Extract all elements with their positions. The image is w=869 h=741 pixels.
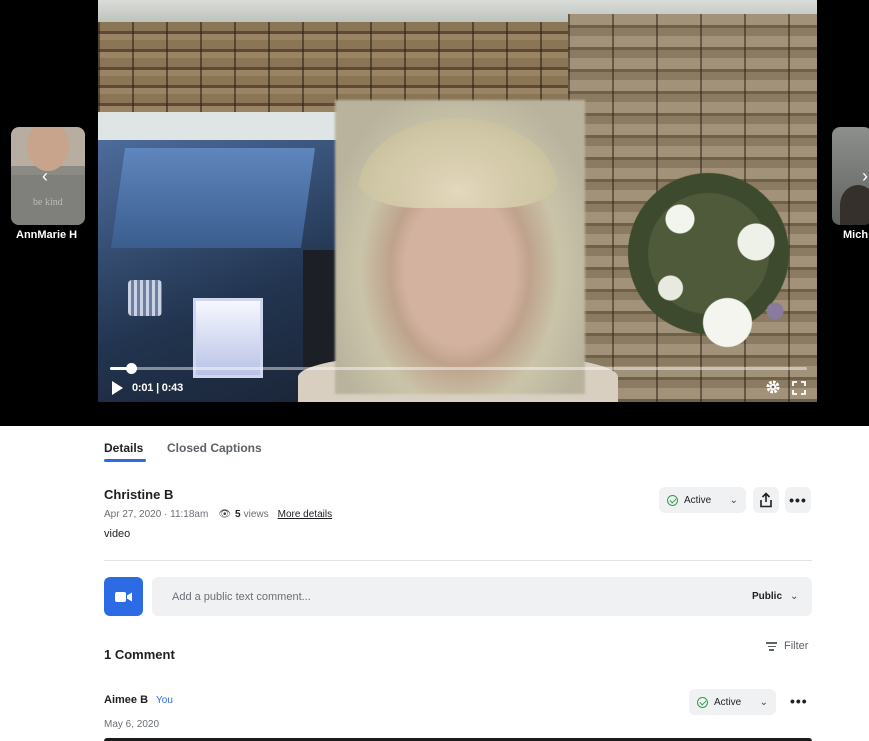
comment-date: May 6, 2020: [104, 719, 160, 730]
share-icon: [760, 492, 772, 508]
progress-handle[interactable]: [125, 363, 137, 374]
play-icon[interactable]: [110, 380, 124, 396]
video-scene-ceiling-far: [110, 148, 316, 248]
thumbnail-person: [27, 127, 69, 171]
you-badge: You: [156, 695, 173, 706]
video-author: Christine B: [104, 487, 174, 502]
active-tab-indicator: [104, 459, 146, 462]
chevron-right-icon[interactable]: ›: [862, 167, 868, 185]
chevron-down-icon: ⌄: [759, 696, 768, 708]
status-label: Active: [684, 494, 712, 506]
views-label: views: [243, 509, 269, 520]
progress-bar[interactable]: [110, 363, 807, 374]
record-video-comment-button[interactable]: [104, 577, 143, 616]
time-display: 0:01 | 0:43: [132, 382, 184, 394]
video-scene-chandelier: [128, 280, 162, 316]
video-frame[interactable]: [98, 0, 817, 402]
chevron-down-icon: ⌄: [790, 591, 799, 602]
views-count: 5: [235, 509, 241, 520]
tab-closed-captions[interactable]: Closed Captions: [167, 441, 262, 455]
filter-icon: [766, 640, 777, 653]
blurred-hair: [358, 118, 558, 208]
comment-count: 1 Comment: [104, 647, 175, 662]
check-circle-icon: [667, 494, 678, 506]
check-circle-icon: [697, 696, 708, 708]
tab-details[interactable]: Details: [104, 441, 143, 455]
prev-response-name: AnnMarie H: [16, 229, 78, 241]
video-scene-window: [193, 298, 263, 378]
prev-response-thumbnail[interactable]: be kind ‹: [11, 127, 85, 225]
filter-label: Filter: [784, 640, 809, 653]
comment-more-options-button[interactable]: •••: [790, 693, 808, 709]
eye-icon: 👁: [218, 509, 232, 520]
chevron-left-icon[interactable]: ‹: [42, 167, 48, 185]
video-date: Apr 27, 2020 · 11:18am: [104, 509, 209, 520]
fullscreen-icon[interactable]: [792, 381, 806, 395]
ellipsis-icon: •••: [789, 492, 807, 508]
visibility-label: Public: [752, 591, 783, 602]
video-scene-beam: [98, 112, 348, 142]
status-dropdown[interactable]: Active ⌄: [659, 487, 746, 513]
next-response-thumbnail[interactable]: ›: [832, 127, 869, 225]
thumbnail-shirt-text: be kind: [33, 197, 63, 208]
video-meta: Apr 27, 2020 · 11:18am 👁 5 views More de…: [104, 509, 332, 520]
video-scene-flowers: [623, 150, 813, 380]
player-stage: be kind ‹ AnnMarie H › Mich 0:01 | 0:43: [0, 0, 869, 426]
more-details-link[interactable]: More details: [278, 509, 332, 520]
visibility-dropdown[interactable]: Public ⌄: [752, 591, 798, 602]
comment-input[interactable]: [152, 577, 812, 616]
thumbnail-person: [840, 185, 869, 225]
filter-button[interactable]: Filter: [766, 640, 808, 653]
next-response-name: Mich: [843, 229, 869, 241]
share-button[interactable]: [753, 487, 779, 513]
video-camera-icon: [114, 591, 132, 602]
chevron-down-icon: ⌄: [729, 494, 738, 506]
gear-icon[interactable]: [765, 379, 781, 395]
divider: [104, 560, 812, 561]
video-description: video: [104, 528, 131, 540]
more-options-button[interactable]: •••: [785, 487, 811, 513]
comment-status-dropdown[interactable]: Active ⌄: [689, 689, 776, 715]
comment-status-label: Active: [714, 696, 742, 708]
comment-author: Aimee B: [104, 694, 149, 706]
